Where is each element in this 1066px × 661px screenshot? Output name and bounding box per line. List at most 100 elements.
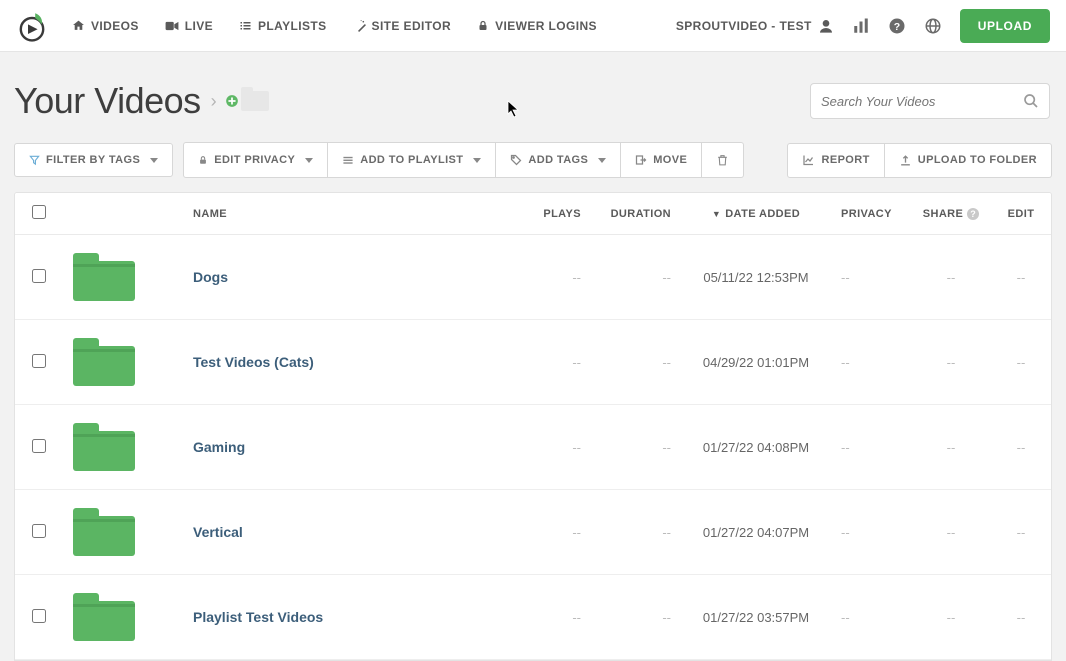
- row-checkbox[interactable]: [32, 269, 46, 283]
- duration-value: --: [662, 355, 671, 370]
- help-link[interactable]: ?: [888, 17, 906, 35]
- caret-down-icon: [150, 158, 158, 163]
- edit-privacy-button[interactable]: EDIT PRIVACY: [183, 142, 328, 178]
- nav-site-editor[interactable]: SITE EDITOR: [353, 19, 452, 33]
- new-folder-button[interactable]: [225, 91, 269, 111]
- report-label: REPORT: [821, 154, 869, 166]
- folder-name-link[interactable]: Playlist Test Videos: [193, 609, 323, 625]
- col-edit-label: EDIT: [1008, 208, 1035, 220]
- duration-value: --: [662, 270, 671, 285]
- report-button[interactable]: REPORT: [787, 143, 884, 178]
- select-all-checkbox[interactable]: [32, 205, 46, 219]
- col-plays[interactable]: PLAYS: [521, 193, 591, 235]
- plays-value: --: [572, 610, 581, 625]
- page-title: Your Videos: [14, 80, 201, 122]
- col-plays-label: PLAYS: [543, 208, 581, 220]
- brand-logo[interactable]: [16, 10, 48, 42]
- row-checkbox[interactable]: [32, 439, 46, 453]
- share-value: --: [947, 270, 956, 285]
- search-icon[interactable]: [1023, 93, 1039, 109]
- trash-icon: [716, 153, 729, 167]
- caret-down-icon: [305, 158, 313, 163]
- account-menu[interactable]: SPROUTVIDEO - TEST: [676, 18, 834, 34]
- plays-value: --: [572, 525, 581, 540]
- nav-videos[interactable]: VIDEOS: [72, 19, 139, 33]
- row-checkbox[interactable]: [32, 609, 46, 623]
- lock-icon: [477, 19, 489, 32]
- nav-site-editor-label: SITE EDITOR: [372, 19, 452, 33]
- nav-live-label: LIVE: [185, 19, 213, 33]
- row-checkbox[interactable]: [32, 354, 46, 368]
- home-icon: [72, 19, 85, 32]
- upload-to-folder-label: UPLOAD TO FOLDER: [918, 154, 1037, 166]
- camera-icon: [165, 20, 179, 32]
- filter-icon: [29, 154, 40, 166]
- nav-right: SPROUTVIDEO - TEST ? UPLOAD: [676, 9, 1050, 43]
- add-tags-label: ADD TAGS: [528, 154, 588, 166]
- edit-privacy-label: EDIT PRIVACY: [214, 154, 295, 166]
- folder-name-link[interactable]: Vertical: [193, 524, 243, 540]
- nav-playlists-label: PLAYLISTS: [258, 19, 327, 33]
- nav-links: VIDEOS LIVE PLAYLISTS SITE EDITOR VIEWER…: [72, 19, 597, 33]
- edit-value: --: [1017, 525, 1026, 540]
- folder-name-link[interactable]: Test Videos (Cats): [193, 354, 314, 370]
- search-box[interactable]: [810, 83, 1050, 119]
- col-share-label: SHARE: [923, 208, 964, 220]
- top-nav: VIDEOS LIVE PLAYLISTS SITE EDITOR VIEWER…: [0, 0, 1066, 52]
- folder-icon[interactable]: [73, 593, 135, 641]
- videos-table: NAME PLAYS DURATION ▼DATE ADDED PRIVACY …: [14, 192, 1052, 661]
- edit-value: --: [1017, 270, 1026, 285]
- site-link[interactable]: [924, 17, 942, 35]
- globe-icon: [924, 17, 942, 35]
- share-value: --: [947, 610, 956, 625]
- table-header-row: NAME PLAYS DURATION ▼DATE ADDED PRIVACY …: [15, 193, 1051, 235]
- question-circle-icon: ?: [967, 208, 979, 220]
- filter-by-tags-button[interactable]: FILTER BY TAGS: [14, 143, 173, 177]
- col-date-label: DATE ADDED: [725, 208, 800, 220]
- sort-desc-icon: ▼: [712, 209, 721, 219]
- folder-name-link[interactable]: Gaming: [193, 439, 245, 455]
- upload-to-folder-button[interactable]: UPLOAD TO FOLDER: [885, 143, 1052, 178]
- folder-icon[interactable]: [73, 423, 135, 471]
- list-icon: [239, 20, 252, 32]
- folder-placeholder-icon: [241, 91, 269, 111]
- wand-icon: [353, 19, 366, 32]
- nav-live[interactable]: LIVE: [165, 19, 213, 33]
- date-value: 01/27/22 03:57PM: [703, 610, 809, 625]
- folder-name-link[interactable]: Dogs: [193, 269, 228, 285]
- add-tags-button[interactable]: ADD TAGS: [496, 142, 621, 178]
- nav-viewer-logins[interactable]: VIEWER LOGINS: [477, 19, 597, 33]
- col-name[interactable]: NAME: [183, 193, 521, 235]
- folder-icon[interactable]: [73, 508, 135, 556]
- toolbar-right: REPORT UPLOAD TO FOLDER: [787, 143, 1052, 178]
- col-duration[interactable]: DURATION: [591, 193, 681, 235]
- upload-button[interactable]: UPLOAD: [960, 9, 1050, 43]
- chart-line-icon: [802, 154, 815, 166]
- privacy-value: --: [841, 355, 850, 370]
- privacy-value: --: [841, 440, 850, 455]
- analytics-link[interactable]: [852, 17, 870, 35]
- add-to-playlist-button[interactable]: ADD TO PLAYLIST: [328, 142, 496, 178]
- search-input[interactable]: [821, 94, 1015, 109]
- nav-playlists[interactable]: PLAYLISTS: [239, 19, 327, 33]
- col-edit[interactable]: EDIT: [991, 193, 1051, 235]
- privacy-value: --: [841, 270, 850, 285]
- toolbar: FILTER BY TAGS EDIT PRIVACY ADD TO PLAYL…: [0, 142, 1066, 192]
- delete-button[interactable]: [702, 142, 744, 178]
- row-checkbox[interactable]: [32, 524, 46, 538]
- folder-icon[interactable]: [73, 253, 135, 301]
- col-share[interactable]: SHARE?: [911, 193, 991, 235]
- account-label: SPROUTVIDEO - TEST: [676, 19, 812, 33]
- move-button[interactable]: MOVE: [621, 142, 702, 178]
- plays-value: --: [572, 440, 581, 455]
- filter-by-tags-label: FILTER BY TAGS: [46, 154, 140, 166]
- share-value: --: [947, 525, 956, 540]
- folder-icon[interactable]: [73, 338, 135, 386]
- duration-value: --: [662, 440, 671, 455]
- lock-icon: [198, 154, 208, 166]
- share-value: --: [947, 440, 956, 455]
- list-icon: [342, 155, 354, 166]
- col-privacy[interactable]: PRIVACY: [831, 193, 911, 235]
- col-name-label: NAME: [193, 208, 227, 220]
- col-date-added[interactable]: ▼ DATE ADDED: [681, 193, 831, 235]
